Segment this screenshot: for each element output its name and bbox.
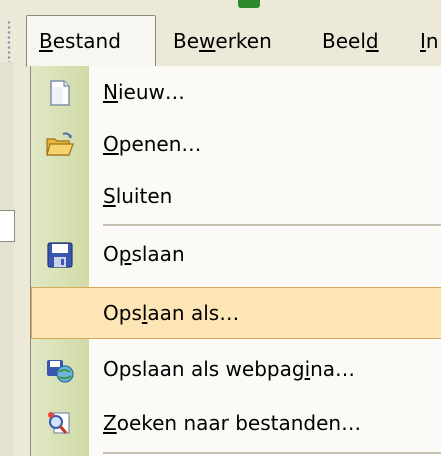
menu-item-close[interactable]: Sluiten	[31, 170, 441, 222]
save-disk-icon	[45, 240, 75, 270]
menu-item-label: Nieuw…	[103, 80, 185, 104]
menu-invoegen[interactable]: In	[420, 15, 439, 67]
toolbar-edge-fragment	[238, 0, 260, 8]
save-as-webpage-icon	[45, 355, 75, 385]
search-files-icon	[45, 409, 75, 439]
left-panel	[0, 62, 14, 456]
menu-item-label: Zoeken naar bestanden…	[103, 411, 362, 435]
menu-item-label: Opslaan	[103, 242, 185, 266]
menu-item-save[interactable]: Opslaan	[31, 228, 441, 280]
menu-beeld[interactable]: Beeld	[322, 15, 379, 67]
menu-separator	[103, 452, 441, 455]
menu-separator	[103, 224, 441, 227]
menu-item-label: Openen…	[103, 132, 202, 156]
menu-item-save-as-webpage[interactable]: Opslaan als webpagina…	[31, 343, 441, 395]
menu-bestand[interactable]: Bestand	[26, 15, 156, 67]
left-panel-box	[0, 210, 15, 242]
open-folder-icon	[45, 130, 75, 160]
menu-bewerken[interactable]: Bewerken	[173, 15, 272, 67]
menu-bar: Bestand Bewerken Beeld In	[26, 15, 441, 67]
menu-item-open[interactable]: Openen…	[31, 118, 441, 170]
new-document-icon	[45, 78, 75, 108]
menu-item-search-files[interactable]: Zoeken naar bestanden…	[31, 397, 441, 449]
menu-item-label: Sluiten	[103, 184, 173, 208]
menu-item-label: Opslaan als…	[103, 301, 240, 325]
menu-item-new[interactable]: Nieuw…	[31, 66, 441, 118]
menu-item-label: Opslaan als webpagina…	[103, 357, 356, 381]
menu-item-save-as[interactable]: Opslaan als…	[31, 287, 441, 339]
file-menu-dropdown: Nieuw… Openen… Sluiten Opslaan Opslaan a…	[30, 66, 441, 456]
